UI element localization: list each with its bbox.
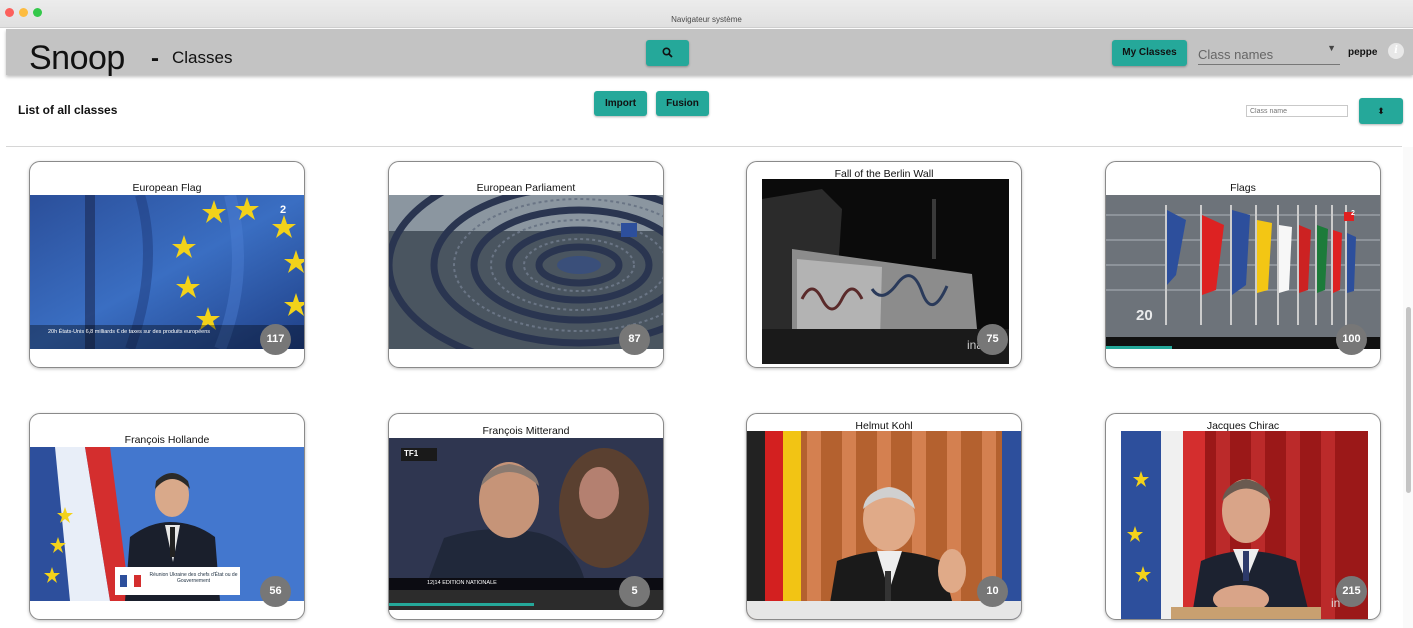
class-names-select-value: Class names (1198, 47, 1274, 62)
title-separator: - (151, 45, 159, 72)
class-card-title: European Parliament (476, 182, 576, 194)
class-count-badge: 100 (1336, 324, 1367, 355)
app-header: Snoop - Classes My Classes Class names ▼… (6, 29, 1413, 78)
info-icon[interactable]: i (1388, 43, 1404, 59)
my-classes-button[interactable]: My Classes (1112, 40, 1187, 66)
search-icon (662, 47, 673, 58)
class-card[interactable]: Helmut Kohl 10 (746, 413, 1022, 620)
class-card[interactable]: European Parliament 87 (388, 161, 664, 368)
class-count-badge: 5 (619, 576, 650, 607)
class-card-title: Flags (1230, 182, 1256, 194)
app-logo-text[interactable]: Snoop (29, 39, 125, 78)
scrollbar-thumb[interactable] (1406, 307, 1411, 493)
import-button[interactable]: Import (594, 91, 647, 116)
class-card[interactable]: Flags 2 20 100 (1105, 161, 1381, 368)
class-thumbnail: 2 20 (1106, 195, 1380, 349)
thumbnail-caption: Réunion Ukraine des chefs d'État ou de G… (149, 572, 238, 584)
class-card-title: François Hollande (124, 434, 210, 446)
class-thumbnail: ina (762, 179, 1009, 364)
search-button[interactable] (646, 40, 689, 66)
thumbnail-caption: 20 (1136, 307, 1153, 324)
class-count-badge: 117 (260, 324, 291, 355)
channel-number: 2 (280, 204, 287, 216)
class-count-badge: 215 (1336, 576, 1367, 607)
flags-image (1106, 195, 1380, 349)
tf1-logo: TF1 (404, 449, 419, 458)
class-card-title: François Mitterand (482, 425, 570, 437)
class-count-badge: 10 (977, 576, 1008, 607)
class-thumbnail (389, 195, 663, 349)
window-title: Navigateur système (671, 15, 742, 24)
berlin-wall-image (762, 179, 1009, 364)
class-names-select[interactable]: Class names ▼ (1198, 43, 1340, 65)
list-title: List of all classes (18, 103, 118, 117)
window-titlebar: Navigateur système (0, 0, 1413, 28)
header-divider (6, 146, 1402, 147)
class-card[interactable]: Fall of the Berlin Wall ina 75 (746, 161, 1022, 368)
class-count-badge: 75 (977, 324, 1008, 355)
class-card[interactable]: François Hollande Réunion Ukraine des ch… (29, 413, 305, 620)
class-card[interactable]: Jacques Chirac in 215 (1105, 413, 1381, 620)
class-card-title: European Flag (132, 182, 202, 194)
channel-number: 2 (1351, 210, 1355, 217)
thumbnail-caption: 12|14 EDITION NATIONALE (427, 580, 497, 586)
class-thumbnail: Réunion Ukraine des chefs d'État ou de G… (30, 447, 304, 601)
class-card[interactable]: European Flag 20h États-Unis 6,8 milliar… (29, 161, 305, 368)
jacques-chirac-image (1121, 431, 1368, 619)
page-title: Classes (172, 48, 233, 67)
fusion-button[interactable]: Fusion (656, 91, 709, 116)
class-thumbnail: 20h États-Unis 6,8 milliards € de taxes … (30, 195, 304, 349)
thumbnail-caption: 20h États-Unis 6,8 milliards € de taxes … (48, 329, 211, 335)
class-card[interactable]: François Mitterand TF1 12|14 EDITION NAT… (388, 413, 664, 620)
class-name-filter-input[interactable] (1246, 105, 1348, 117)
vertical-scrollbar[interactable] (1403, 147, 1413, 628)
class-thumbnail: in (1121, 431, 1368, 619)
european-flag-image (30, 195, 304, 349)
class-count-badge: 56 (260, 576, 291, 607)
class-count-badge: 87 (619, 324, 650, 355)
sort-button[interactable]: ⬍ (1359, 98, 1403, 124)
username-label[interactable]: peppe (1348, 47, 1377, 58)
chevron-down-icon: ▼ (1327, 43, 1336, 53)
european-parliament-image (389, 195, 663, 349)
sort-icon: ⬍ (1377, 106, 1385, 116)
